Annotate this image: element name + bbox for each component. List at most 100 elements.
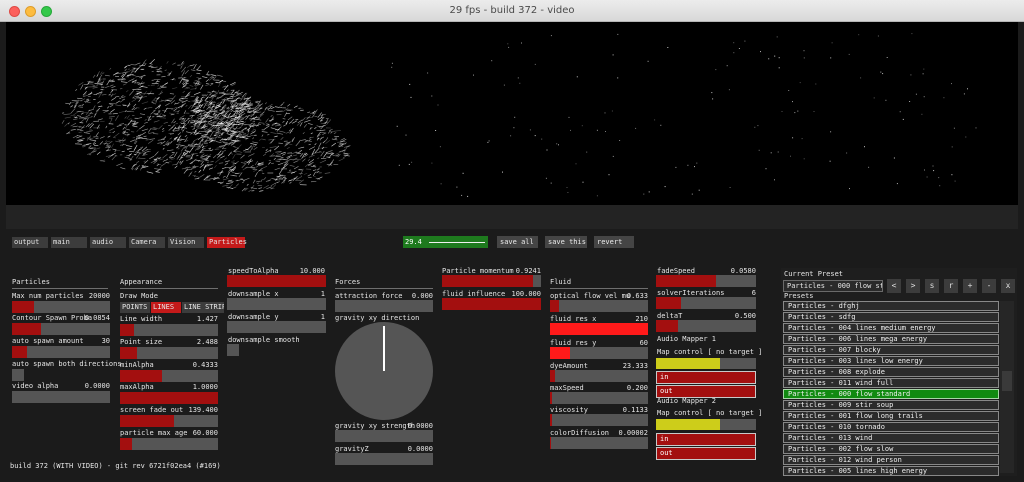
max-age-label: particle max age	[120, 429, 188, 437]
preset-list-item[interactable]: Particles - 001 flow long trails	[783, 411, 999, 421]
audio-mapper-2-in[interactable]: in	[656, 433, 756, 446]
max-speed-value: 0.200	[626, 384, 648, 392]
fps-slider[interactable]: 29.4	[403, 236, 488, 248]
preset-save-button[interactable]: s	[925, 279, 939, 293]
speed-to-alpha-value: 10.000	[299, 267, 325, 275]
tab-audio[interactable]: audio	[90, 237, 126, 248]
fps-line	[429, 242, 485, 243]
preset-list-item[interactable]: Particles - 012 wind person	[783, 455, 999, 465]
preset-list-item[interactable]: Particles - 007 blocky	[783, 345, 999, 355]
audio-mapper-1-title: Audio Mapper 1	[657, 335, 717, 343]
preset-prev-button[interactable]: <	[887, 279, 901, 293]
fluid-res-x-value: 210	[635, 315, 648, 323]
preset-list-item[interactable]: Particles - 004 lines medium energy	[783, 323, 999, 333]
fluid-res-x-slider[interactable]	[550, 323, 648, 335]
point-size-value: 2.488	[196, 338, 218, 346]
audio-mapper-2-title: Audio Mapper 2	[657, 397, 717, 405]
auto-spawn-both-toggle[interactable]	[12, 369, 24, 381]
audio-mapper-1-level[interactable]	[656, 358, 756, 369]
gravity-z-label: gravityZ	[335, 445, 369, 453]
preset-delete-button[interactable]: x	[1001, 279, 1015, 293]
save-this-button[interactable]: save this	[545, 236, 587, 248]
line-width-slider[interactable]	[120, 324, 218, 336]
solver-iterations-slider[interactable]	[656, 297, 756, 309]
point-size-slider[interactable]	[120, 347, 218, 359]
mode-points[interactable]: POINTS	[120, 302, 150, 313]
dye-amount-label: dyeAmount	[550, 362, 588, 370]
momentum-slider[interactable]	[442, 275, 541, 287]
min-alpha-slider[interactable]	[120, 370, 218, 382]
video-alpha-slider[interactable]	[12, 391, 110, 403]
gravity-direction-dial[interactable]	[335, 322, 433, 420]
audio-mapper-1-target[interactable]: [ no target ]	[708, 348, 763, 356]
draw-mode-label: Draw Mode	[120, 292, 158, 300]
gravity-strength-slider[interactable]	[335, 430, 433, 442]
window-title: 29 fps - build 372 - video	[449, 5, 575, 16]
preset-list-item[interactable]: Particles - 005 lines high energy	[783, 466, 999, 476]
window-titlebar: 29 fps - build 372 - video	[0, 0, 1024, 22]
preset-revert-button[interactable]: r	[944, 279, 958, 293]
preset-list-scrollbar[interactable]	[1000, 301, 1014, 473]
preset-next-button[interactable]: >	[906, 279, 920, 293]
dye-amount-slider[interactable]	[550, 370, 648, 382]
preset-list-item[interactable]: Particles - sdfg	[783, 312, 999, 322]
downsample-smooth-toggle[interactable]	[227, 344, 239, 356]
preset-list-item[interactable]: Particles - 010 tornado	[783, 422, 999, 432]
delta-t-label: deltaT	[657, 312, 683, 320]
momentum-value: 0.9241	[515, 267, 541, 275]
delta-t-value: 0.500	[734, 312, 756, 320]
fluid-influence-slider[interactable]	[442, 298, 541, 310]
preset-list-item[interactable]: Particles - 006 lines mega energy	[783, 334, 999, 344]
fluid-res-y-label: fluid res y	[550, 339, 597, 347]
video-alpha-value: 0.0000	[84, 382, 110, 390]
color-diffusion-value: 0.00002	[618, 429, 648, 437]
audio-mapper-2-level[interactable]	[656, 419, 756, 430]
auto-spawn-slider[interactable]	[12, 346, 110, 358]
preset-list-item[interactable]: Particles - 002 flow slow	[783, 444, 999, 454]
downsample-x-slider[interactable]	[227, 298, 326, 310]
preset-list-item[interactable]: Particles - 008 explode	[783, 367, 999, 377]
save-all-button[interactable]: save all	[497, 236, 538, 248]
optical-flow-slider[interactable]	[550, 300, 648, 312]
attraction-slider[interactable]	[335, 300, 433, 312]
preset-add-button[interactable]: +	[963, 279, 977, 293]
preset-list-item[interactable]: Particles - 013 wind	[783, 433, 999, 443]
fade-speed-slider[interactable]	[656, 275, 756, 287]
max-speed-slider[interactable]	[550, 392, 648, 404]
max-alpha-slider[interactable]	[120, 392, 218, 404]
tab-camera[interactable]: Camera	[129, 237, 165, 248]
gravity-z-slider[interactable]	[335, 453, 433, 465]
preset-list-item[interactable]: Particles - 009 stir soup	[783, 400, 999, 410]
viscosity-slider[interactable]	[550, 414, 648, 426]
tab-particles[interactable]: Particles	[207, 237, 247, 248]
contour-slider[interactable]	[12, 323, 110, 335]
current-preset-field[interactable]: Particles - 000 flow standard	[783, 280, 883, 292]
fluid-res-y-slider[interactable]	[550, 347, 648, 359]
max-num-slider[interactable]	[12, 301, 110, 313]
color-diffusion-slider[interactable]	[550, 437, 648, 449]
preset-list-item[interactable]: Particles - 011 wind full	[783, 378, 999, 388]
audio-mapper-1-in[interactable]: in	[656, 371, 756, 384]
revert-button[interactable]: revert	[594, 236, 634, 248]
audio-mapper-2-out[interactable]: out	[656, 447, 756, 460]
preset-list-item[interactable]: Particles - 003 lines low energy	[783, 356, 999, 366]
preset-list-item[interactable]: Particles - 000 flow standard	[783, 389, 999, 399]
max-age-slider[interactable]	[120, 438, 218, 450]
tab-output[interactable]: output	[12, 237, 48, 248]
speed-to-alpha-slider[interactable]	[227, 275, 326, 287]
tab-main[interactable]: main	[51, 237, 87, 248]
audio-mapper-2-target[interactable]: [ no target ]	[708, 409, 763, 417]
tab-vision[interactable]: Vision	[168, 237, 204, 248]
screen-fade-slider[interactable]	[120, 415, 218, 427]
scrollbar-thumb[interactable]	[1002, 371, 1012, 391]
optical-flow-label: optical flow vel mu	[550, 292, 631, 300]
max-alpha-label: maxAlpha	[120, 383, 154, 391]
preset-remove-button[interactable]: -	[982, 279, 996, 293]
delta-t-slider[interactable]	[656, 320, 756, 332]
mode-line-strip[interactable]: LINE STRIP	[182, 302, 224, 313]
gravity-direction-needle	[383, 326, 385, 371]
downsample-y-slider[interactable]	[227, 321, 326, 333]
max-speed-label: maxSpeed	[550, 384, 584, 392]
mode-lines[interactable]: LINES	[151, 302, 181, 313]
preset-list-item[interactable]: Particles - dfghj	[783, 301, 999, 311]
